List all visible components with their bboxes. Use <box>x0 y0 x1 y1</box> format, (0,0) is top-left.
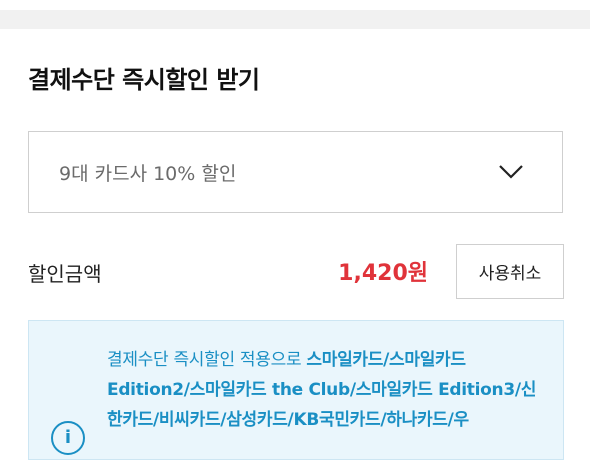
discount-select[interactable]: 9대 카드사 10% 할인 <box>28 131 563 213</box>
notice-prefix: 결제수단 즉시할인 적용으로 <box>107 350 307 370</box>
top-divider-bar <box>0 10 590 29</box>
discount-select-value: 9대 카드사 10% 할인 <box>59 162 237 185</box>
discount-notice-text: 결제수단 즉시할인 적용으로 스마일카드/스마일카드 Edition2/스마일카… <box>107 345 537 435</box>
info-icon: i <box>51 421 85 455</box>
chevron-down-icon <box>499 165 523 179</box>
discount-amount-label: 할인금액 <box>28 262 102 286</box>
section-title: 결제수단 즉시할인 받기 <box>28 66 260 94</box>
discount-notice-box: i 결제수단 즉시할인 적용으로 스마일카드/스마일카드 Edition2/스마… <box>28 320 564 460</box>
discount-amount-value: 1,420원 <box>338 261 428 286</box>
cancel-discount-button[interactable]: 사용취소 <box>456 244 564 299</box>
